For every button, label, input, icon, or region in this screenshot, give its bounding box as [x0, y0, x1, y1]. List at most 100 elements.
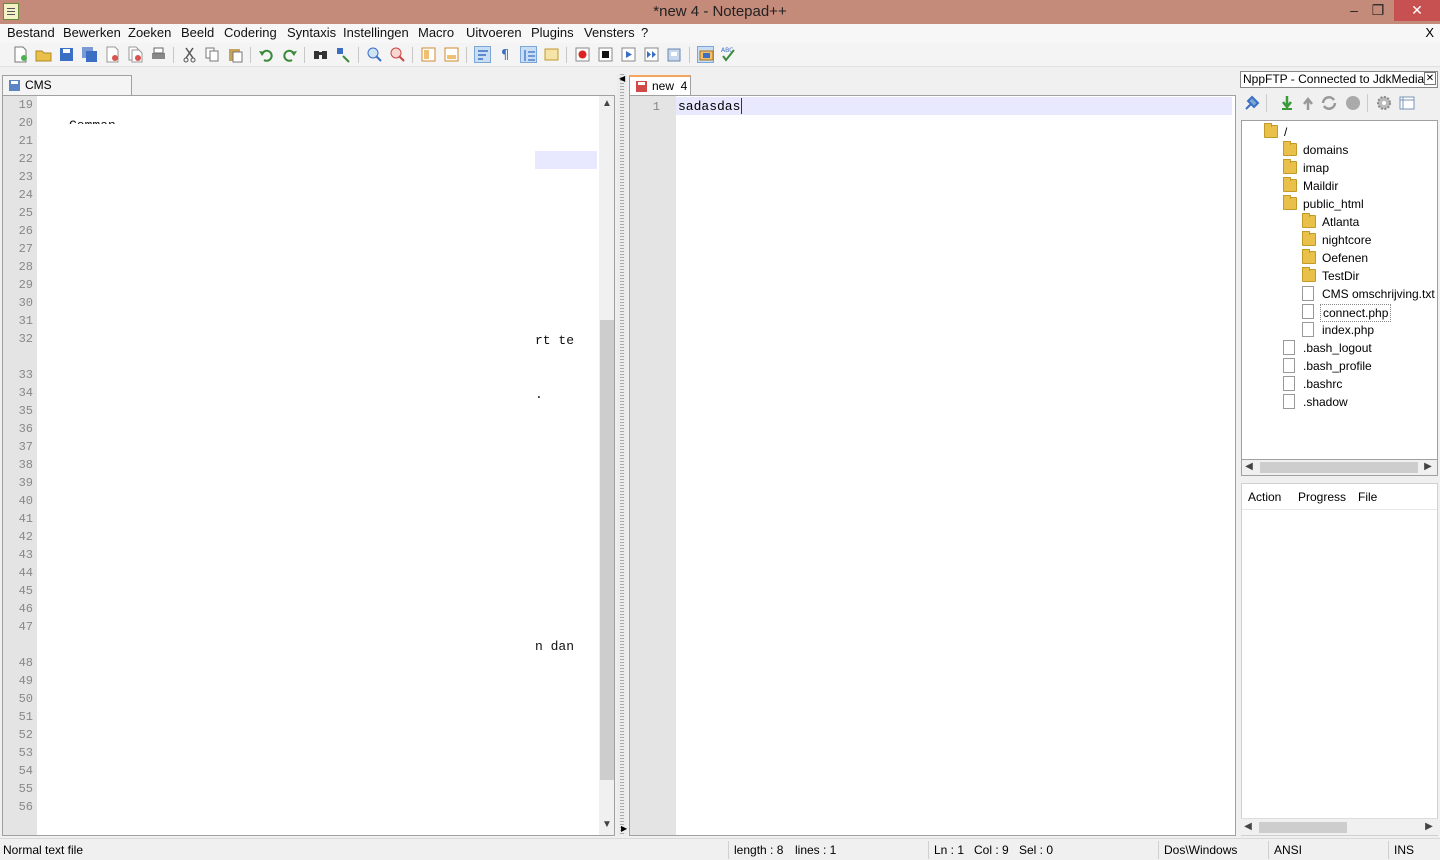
menu-vensters[interactable]: Vensters — [584, 25, 635, 40]
show-all-chars-icon[interactable]: ¶ — [497, 46, 514, 63]
paste-icon[interactable] — [227, 46, 244, 63]
refresh-icon[interactable] — [1320, 94, 1338, 112]
menu-macro[interactable]: Macro — [418, 25, 454, 40]
code-text-line-47: n dan — [535, 639, 575, 654]
menu-beeld[interactable]: Beeld — [181, 25, 214, 40]
save-icon[interactable] — [58, 46, 75, 63]
transfer-queue[interactable]: Action Progress File — [1241, 483, 1438, 836]
left-vertical-scrollbar[interactable]: ▲ ▼ — [599, 96, 614, 835]
line-number: 51 — [18, 710, 33, 724]
scroll-up-icon[interactable]: ▲ — [599, 98, 614, 109]
left-editor[interactable]: 19 20 21 22 23 24 25 26 27 28 29 30 31 32 33 34 35 36 37 38… — [2, 95, 615, 836]
menu-syntaxis[interactable]: Syntaxis — [287, 25, 336, 40]
macro-save-icon[interactable] — [666, 46, 683, 63]
doc-map-icon[interactable] — [543, 46, 560, 63]
macro-run-multiple-icon[interactable] — [643, 46, 660, 63]
line-number: 36 — [18, 422, 33, 436]
code-text-line-32: rt te — [535, 333, 575, 348]
status-eol-format[interactable]: Dos\Windows — [1164, 843, 1237, 857]
scroll-down-icon[interactable]: ▼ — [599, 819, 614, 830]
queue-horizontal-scrollbar[interactable]: ◀ ▶ — [1241, 818, 1438, 835]
line-number: 24 — [18, 188, 33, 202]
macro-record-icon[interactable] — [574, 46, 591, 63]
right-editor[interactable]: 1 sadasdas — [629, 95, 1236, 836]
undo-icon[interactable] — [258, 46, 275, 63]
splitter-arrow-left-icon[interactable]: ◀ — [619, 74, 625, 83]
close-document-button[interactable]: X — [1425, 25, 1434, 40]
new-file-icon[interactable] — [12, 46, 29, 63]
queue-header-progress[interactable]: Progress — [1298, 490, 1346, 504]
menu-plugins[interactable]: Plugins — [531, 25, 574, 40]
download-icon[interactable] — [1278, 94, 1296, 112]
message-window-icon[interactable] — [1398, 94, 1416, 112]
scroll-right-icon[interactable]: ▶ — [1421, 461, 1435, 472]
tab-cms-omschrijving[interactable]: CMS omschrijving.txt — [2, 75, 132, 110]
settings-icon[interactable] — [1375, 94, 1393, 112]
scrollbar-thumb[interactable] — [1259, 822, 1347, 833]
find-icon[interactable] — [312, 46, 329, 63]
sync-vertical-icon[interactable] — [420, 46, 437, 63]
redo-icon[interactable] — [281, 46, 298, 63]
restore-button[interactable]: ❒ — [1363, 0, 1393, 21]
queue-header-action[interactable]: Action — [1248, 490, 1281, 504]
nppftp-close-button[interactable]: ✕ — [1424, 72, 1436, 85]
folder-icon — [1283, 159, 1297, 174]
nppftp-panel: NppFTP - Connected to JdkMedia ✕ / domain… — [1238, 70, 1440, 836]
save-all-icon[interactable] — [81, 46, 98, 63]
status-insert-mode[interactable]: INS — [1394, 843, 1414, 857]
scrollbar-thumb[interactable] — [1260, 462, 1418, 473]
toolbar: ¶ ABC — [0, 43, 1440, 67]
scrollbar-thumb[interactable] — [600, 320, 614, 780]
tree-node-label: public_html — [1303, 197, 1364, 211]
menu-codering[interactable]: Codering — [224, 25, 277, 40]
close-window-button[interactable]: ✕ — [1394, 0, 1440, 21]
sync-horizontal-icon[interactable] — [443, 46, 460, 63]
menu-instellingen[interactable]: Instellingen — [343, 25, 409, 40]
tab-label: new 4 — [652, 79, 688, 93]
view-splitter[interactable] — [617, 74, 627, 836]
cut-icon[interactable] — [181, 46, 198, 63]
connect-icon[interactable] — [1243, 94, 1261, 112]
zoom-in-icon[interactable] — [366, 46, 383, 63]
macro-stop-icon[interactable] — [597, 46, 614, 63]
menu-zoeken[interactable]: Zoeken — [128, 25, 171, 40]
folder-icon — [1283, 141, 1297, 156]
menu-bestand[interactable]: Bestand — [7, 25, 55, 40]
zoom-out-icon[interactable] — [389, 46, 406, 63]
spell-check-icon[interactable]: ABC — [720, 46, 737, 63]
line-number: 52 — [18, 728, 33, 742]
scroll-right-icon[interactable]: ▶ — [1422, 821, 1436, 832]
line-number: 48 — [18, 656, 33, 670]
close-all-icon[interactable] — [127, 46, 144, 63]
print-icon[interactable] — [150, 46, 167, 63]
tree-node-label: index.php — [1322, 323, 1375, 337]
queue-header-file[interactable]: File — [1358, 490, 1377, 504]
tree-node-label: .shadow — [1303, 395, 1348, 409]
copy-icon[interactable] — [204, 46, 221, 63]
line-number: 25 — [18, 206, 33, 220]
replace-icon[interactable] — [335, 46, 352, 63]
tree-horizontal-scrollbar[interactable]: ◀ ▶ — [1241, 459, 1438, 476]
word-wrap-icon[interactable] — [474, 46, 491, 63]
menu-uitvoeren[interactable]: Uitvoeren — [466, 25, 522, 40]
line-number: 42 — [18, 530, 33, 544]
scroll-left-icon[interactable]: ◀ — [1242, 461, 1256, 472]
menu-help[interactable]: ? — [641, 25, 648, 40]
menu-bewerken[interactable]: Bewerken — [63, 25, 121, 40]
scroll-left-icon[interactable]: ◀ — [1241, 821, 1255, 832]
remote-file-tree[interactable]: / domains imap Maildir public_html Atlanta nig… — [1241, 120, 1438, 474]
tab-new-4[interactable]: new 4 — [629, 75, 691, 95]
open-file-icon[interactable] — [35, 46, 52, 63]
close-file-icon[interactable] — [104, 46, 121, 63]
status-encoding[interactable]: ANSI — [1274, 843, 1302, 857]
abort-icon[interactable] — [1344, 94, 1362, 112]
line-number: 34 — [18, 386, 33, 400]
splitter-arrow-right-icon[interactable]: ▶ — [621, 824, 627, 833]
editor-text[interactable]: sadasdas — [678, 99, 740, 114]
upload-icon[interactable] — [1299, 94, 1317, 112]
indent-guide-icon[interactable] — [520, 46, 537, 63]
line-number: 32 — [18, 332, 33, 346]
macro-play-icon[interactable] — [620, 46, 637, 63]
ftp-toggle-icon[interactable] — [697, 46, 714, 63]
line-number: 46 — [18, 602, 33, 616]
